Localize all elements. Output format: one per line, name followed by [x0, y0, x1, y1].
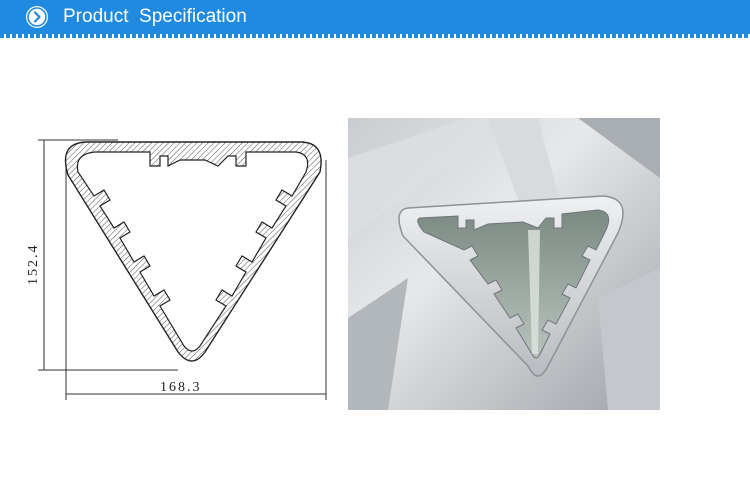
width-label: 168.3 [160, 380, 202, 395]
profile-inner-cavity [76, 151, 309, 352]
aluminum-triangle-profile-photo [348, 118, 660, 410]
height-label: 152.4 [26, 244, 41, 286]
